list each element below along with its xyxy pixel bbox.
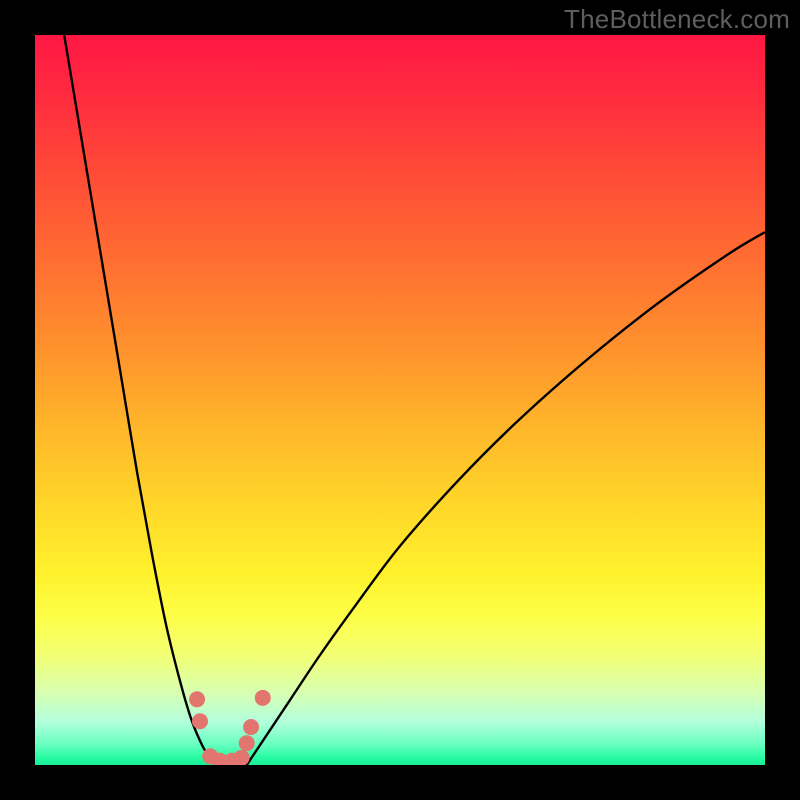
curve-layer bbox=[35, 35, 765, 765]
watermark-text: TheBottleneck.com bbox=[564, 4, 790, 35]
chart-stage: TheBottleneck.com bbox=[0, 0, 800, 800]
valley-dot bbox=[189, 691, 205, 707]
curve-left bbox=[64, 35, 216, 765]
valley-dots-group bbox=[189, 690, 271, 765]
plot-area bbox=[35, 35, 765, 765]
valley-dot bbox=[234, 750, 250, 765]
valley-dot bbox=[243, 719, 259, 735]
valley-dot bbox=[192, 713, 208, 729]
curve-right bbox=[247, 232, 765, 765]
valley-dot bbox=[255, 690, 271, 706]
valley-dot bbox=[239, 735, 255, 751]
